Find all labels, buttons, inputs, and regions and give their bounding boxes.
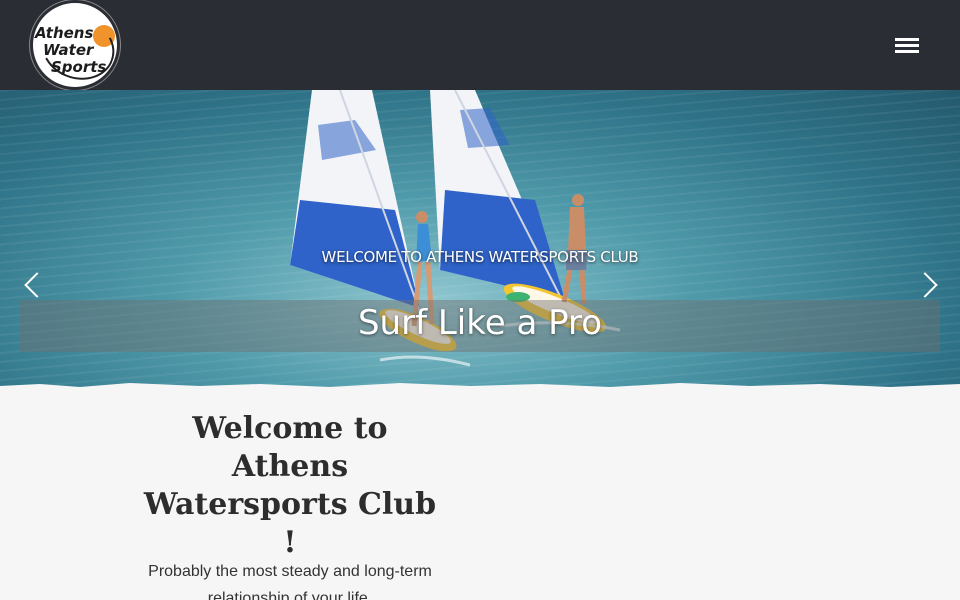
hero-slider: WELCOME TO ATHENS WATERSPORTS CLUB Surf …: [0, 90, 960, 390]
welcome-heading: Welcome to Athens Watersports Club !: [143, 411, 437, 560]
chevron-left-icon[interactable]: [20, 270, 44, 300]
chevron-right-icon[interactable]: [916, 270, 940, 300]
logo-text-line-1: Athens: [35, 24, 94, 42]
hero-title: Surf Like a Pro: [357, 303, 603, 343]
hamburger-menu-icon[interactable]: [890, 34, 924, 58]
intro-text: Probably the most steady and long-term r…: [148, 563, 432, 600]
hero-subtitle: WELCOME TO ATHENS WATERSPORTS CLUB: [321, 248, 639, 266]
logo-text-line-2: Water: [43, 41, 94, 59]
logo-text-line-3: Sports: [51, 58, 107, 76]
top-navbar: Athens Water Sports: [0, 0, 960, 90]
site-logo[interactable]: Athens Water Sports: [30, 0, 120, 90]
